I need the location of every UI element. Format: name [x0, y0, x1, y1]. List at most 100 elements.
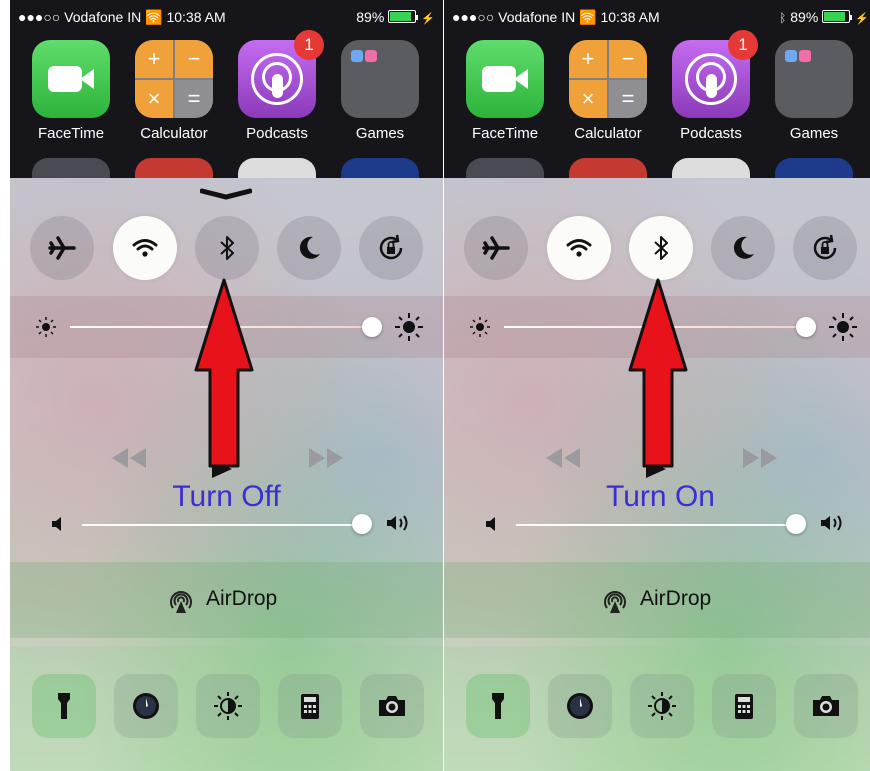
volume-slider[interactable]	[516, 524, 796, 526]
app-facetime[interactable]: FaceTime	[30, 40, 112, 142]
home-screen: ●●●○○ Vodafone IN 🛜 10:38 AM ᛒ 89% ⚡ FaceT…	[444, 0, 870, 198]
connectivity-toggles	[10, 216, 443, 280]
app-calculator[interactable]: + − × = Calculator	[567, 40, 649, 142]
volume-low-icon	[486, 517, 495, 531]
control-center: Turn On AirDrop	[444, 178, 870, 771]
calculator-button[interactable]	[712, 674, 776, 738]
moon-icon	[733, 236, 754, 259]
wifi-toggle[interactable]	[547, 216, 611, 280]
notification-badge: 1	[294, 30, 324, 60]
airdrop-icon	[604, 591, 626, 613]
timer-button[interactable]	[114, 674, 178, 738]
airplane-mode-toggle[interactable]	[30, 216, 94, 280]
rotation-lock-toggle[interactable]	[793, 216, 857, 280]
wifi-signal-icon: 🛜	[579, 9, 597, 25]
flashlight-button[interactable]	[32, 674, 96, 738]
flashlight-icon	[492, 693, 504, 719]
control-center: Turn Off AirDrop	[10, 178, 443, 771]
rewind-icon[interactable]	[542, 446, 582, 470]
fast-forward-icon[interactable]	[741, 446, 781, 470]
status-bar: ●●●○○ Vodafone IN 🛜 10:38 AM ᛒ 89% ⚡	[444, 0, 870, 34]
carrier: ●●●○○ Vodafone IN	[18, 9, 142, 25]
volume-slider-knob[interactable]	[352, 514, 372, 534]
volume-slider-knob[interactable]	[786, 514, 806, 534]
clock: 10:38 AM	[600, 9, 660, 25]
bluetooth-status-icon: ᛒ	[779, 11, 787, 25]
connectivity-toggles	[444, 216, 870, 280]
carrier: ●●●○○ Vodafone IN	[452, 9, 576, 25]
app-facetime[interactable]: FaceTime	[464, 40, 546, 142]
rewind-icon[interactable]	[108, 446, 148, 470]
calculator-app-icon: + − × =	[135, 40, 213, 118]
app-label: FaceTime	[37, 125, 105, 142]
grabber-icon[interactable]	[200, 188, 252, 200]
rotation-lock-icon	[379, 234, 403, 260]
left-screenshot: ●●●○○ Vodafone IN 🛜 10:38 AM 89% ⚡ FaceTi…	[10, 0, 443, 771]
airplane-icon	[482, 236, 510, 260]
wifi-signal-icon: 🛜	[145, 9, 163, 25]
fast-forward-icon[interactable]	[307, 446, 347, 470]
home-screen: ●●●○○ Vodafone IN 🛜 10:38 AM 89% ⚡ FaceTi…	[10, 0, 443, 198]
rotation-lock-toggle[interactable]	[359, 216, 423, 280]
brightness-low-icon	[470, 317, 490, 337]
airdrop-button[interactable]: AirDrop	[444, 562, 870, 638]
brightness-slider-knob[interactable]	[796, 317, 816, 337]
wifi-toggle[interactable]	[113, 216, 177, 280]
night-shift-button[interactable]	[196, 674, 260, 738]
calculator-icon	[735, 694, 753, 719]
app-podcasts[interactable]: 1 Podcasts	[670, 30, 758, 142]
airdrop-button[interactable]: AirDrop	[10, 562, 443, 638]
volume-high-icon	[821, 515, 842, 531]
caption-text: Turn On	[606, 480, 715, 513]
app-label: Calculator	[140, 125, 208, 142]
bluetooth-toggle[interactable]	[195, 216, 259, 280]
clock: 10:38 AM	[166, 9, 226, 25]
timer-button[interactable]	[548, 674, 612, 738]
brightness-slider-knob[interactable]	[362, 317, 382, 337]
airdrop-icon	[170, 591, 192, 613]
charging-icon: ⚡	[421, 13, 435, 25]
brightness-high-icon	[395, 313, 423, 341]
night-shift-button[interactable]	[630, 674, 694, 738]
app-label: Calculator	[574, 125, 642, 142]
calculator-app-icon: + − × =	[569, 40, 647, 118]
battery-icon	[388, 10, 417, 23]
moon-icon	[299, 236, 320, 259]
do-not-disturb-toggle[interactable]	[711, 216, 775, 280]
flashlight-button[interactable]	[466, 674, 530, 738]
flashlight-icon	[58, 693, 70, 719]
camera-button[interactable]	[794, 674, 858, 738]
app-label: Games	[355, 125, 405, 142]
app-games[interactable]: Games	[773, 40, 855, 142]
quick-actions	[10, 646, 443, 771]
airplane-mode-toggle[interactable]	[464, 216, 528, 280]
app-games[interactable]: Games	[339, 40, 421, 142]
volume-high-icon	[387, 515, 408, 531]
wifi-icon	[566, 239, 592, 257]
camera-icon	[379, 696, 405, 716]
app-calculator[interactable]: + − × = Calculator	[133, 40, 215, 142]
timer-icon	[567, 693, 593, 719]
facetime-icon	[466, 40, 544, 118]
volume-slider[interactable]	[82, 524, 362, 526]
charging-icon: ⚡	[855, 13, 869, 25]
red-arrow-annotation	[628, 278, 688, 468]
camera-button[interactable]	[360, 674, 424, 738]
app-label: Podcasts	[680, 125, 742, 142]
games-folder-icon	[341, 40, 419, 118]
battery-icon	[822, 10, 851, 23]
status-bar: ●●●○○ Vodafone IN 🛜 10:38 AM 89% ⚡	[10, 0, 443, 34]
brightness-high-icon	[829, 313, 857, 341]
timer-icon	[133, 693, 159, 719]
bluetooth-toggle[interactable]	[629, 216, 693, 280]
app-label: Games	[789, 125, 839, 142]
right-screenshot: ●●●○○ Vodafone IN 🛜 10:38 AM ᛒ 89% ⚡ FaceT…	[444, 0, 870, 771]
app-label: Podcasts	[246, 125, 308, 142]
do-not-disturb-toggle[interactable]	[277, 216, 341, 280]
calculator-button[interactable]	[278, 674, 342, 738]
battery-percent: 89%	[790, 9, 819, 25]
app-podcasts[interactable]: 1 Podcasts	[236, 30, 324, 142]
red-arrow-annotation	[194, 278, 254, 468]
airdrop-label: AirDrop	[206, 587, 278, 610]
games-folder-icon	[775, 40, 853, 118]
